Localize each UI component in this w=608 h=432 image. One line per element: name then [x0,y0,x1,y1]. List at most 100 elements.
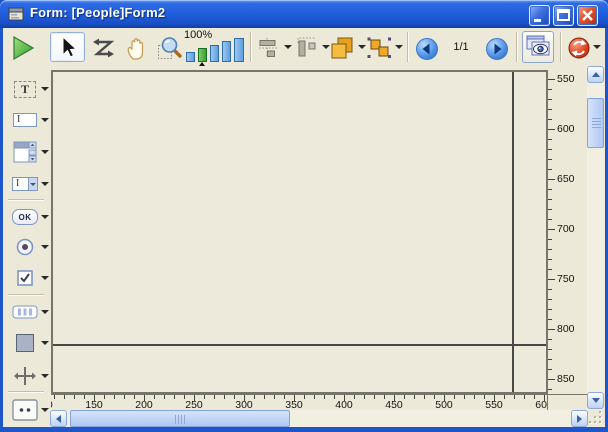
list-box-dropdown-arrow[interactable] [41,150,49,154]
ruler-tick [274,395,275,399]
previous-page-button[interactable] [413,36,441,62]
button-tool[interactable]: OK [4,204,49,230]
list-box-tool[interactable] [4,139,49,165]
ruler-tick [548,169,552,170]
vertical-scrollbar-thumb[interactable] [587,98,604,148]
scroll-down-icon [592,398,600,403]
window-border [0,427,608,432]
minimize-button[interactable] [529,5,550,26]
red-rotate-icon [567,36,591,60]
distribute-icon [294,35,320,61]
rectangle-tool[interactable] [4,330,49,356]
horizontal-scrollbar[interactable] [50,410,588,427]
list-box-icon [10,139,40,165]
input-tool[interactable]: I [4,107,49,133]
splitter-tool[interactable] [4,363,49,389]
ruler-tick [548,109,552,110]
page-indicator: 1/1 [441,41,481,53]
button-grid-tool[interactable] [4,299,49,325]
radio-button-dropdown-arrow[interactable] [41,245,49,249]
pan-tool[interactable] [122,35,150,61]
execute-form-button[interactable] [8,35,36,61]
text-tool[interactable]: T [4,76,49,102]
minimize-icon [530,6,549,25]
plugin-area-dropdown-arrow[interactable] [41,408,49,412]
vertical-scrollbar[interactable] [587,66,604,410]
zoom-bar-1[interactable] [186,52,195,62]
checkbox-tool[interactable] [4,265,49,291]
main-toolbar: 100% [3,28,605,66]
button-grid-icon [10,299,40,325]
distribute-tool[interactable] [293,35,321,61]
button-grid-dropdown-arrow[interactable] [41,310,49,314]
scroll-down-button[interactable] [587,392,604,409]
ruler-tick [264,395,265,399]
zoom-current-marker [199,62,205,66]
input-tool-dropdown-arrow[interactable] [41,118,49,122]
plugin-area-tool[interactable] [4,397,49,423]
ruler-label: 850 [557,373,575,386]
zoom-tool[interactable] [155,35,183,61]
ruler-tick [548,349,552,350]
insert-object-button[interactable] [565,35,593,61]
input-field-icon: I [10,107,40,133]
next-page-button[interactable] [483,36,511,62]
display-options-button[interactable] [522,31,554,63]
ruler-tick [548,89,552,90]
zoom-bar-current[interactable] [198,48,207,62]
ruler-label: 550 [557,73,575,86]
ruler-tick [548,369,552,370]
ruler-tick [224,395,225,399]
combo-box-tool[interactable]: I [4,171,49,197]
scroll-right-button[interactable] [571,410,588,427]
zoom-bar-4[interactable] [222,41,231,62]
insert-dropdown-arrow[interactable] [593,45,601,49]
sidebar-separator [8,199,44,201]
zoom-bar-5[interactable] [234,38,244,62]
ruler-tick [548,239,552,240]
ruler-tick [314,395,315,399]
scroll-left-button[interactable] [50,410,67,427]
align-dropdown-arrow[interactable] [284,45,292,49]
titlebar[interactable]: Form: [People]Form2 [0,0,608,28]
radio-button-tool[interactable] [4,234,49,260]
group-dropdown-arrow[interactable] [395,45,403,49]
form-boundary-horizontal-line[interactable] [53,344,546,346]
ruler-label: 650 [557,173,575,186]
ruler-tick [524,395,525,399]
ruler-tick [548,149,552,150]
text-tool-dropdown-arrow[interactable] [41,87,49,91]
checkbox-dropdown-arrow[interactable] [41,276,49,280]
align-tool[interactable] [255,35,283,61]
combo-box-icon: I [10,171,40,197]
ruler-tick [548,309,552,310]
entry-order-tool[interactable] [89,35,117,61]
selection-tool[interactable] [50,32,85,62]
zoom-bar-3[interactable] [210,45,219,62]
scroll-up-button[interactable] [587,66,604,83]
sidebar-separator [8,294,44,296]
resize-grip[interactable] [589,411,604,426]
maximize-button[interactable] [553,5,574,26]
button-tool-dropdown-arrow[interactable] [41,215,49,219]
magnifier-icon [156,35,183,62]
rectangle-dropdown-arrow[interactable] [41,341,49,345]
splitter-dropdown-arrow[interactable] [41,374,49,378]
toolbar-separator [250,32,252,62]
ruler-label: 600 [557,123,575,136]
close-button[interactable] [577,5,598,26]
horizontal-scrollbar-thumb[interactable] [70,410,290,427]
ruler-label: 700 [557,223,575,236]
combo-box-dropdown-arrow[interactable] [41,182,49,186]
scroll-right-icon [577,415,582,423]
ruler-tick [548,199,552,200]
ruler-tick [424,395,425,399]
ruler-tick [548,279,555,280]
level-tool[interactable] [328,35,356,61]
v-ruler: 550600650700750800850 [548,70,586,394]
ok-button-icon: OK [10,204,40,230]
sidebar-separator [8,391,44,393]
group-tool[interactable] [365,35,393,61]
ruler-tick [374,395,375,399]
ruler-tick [514,395,515,399]
